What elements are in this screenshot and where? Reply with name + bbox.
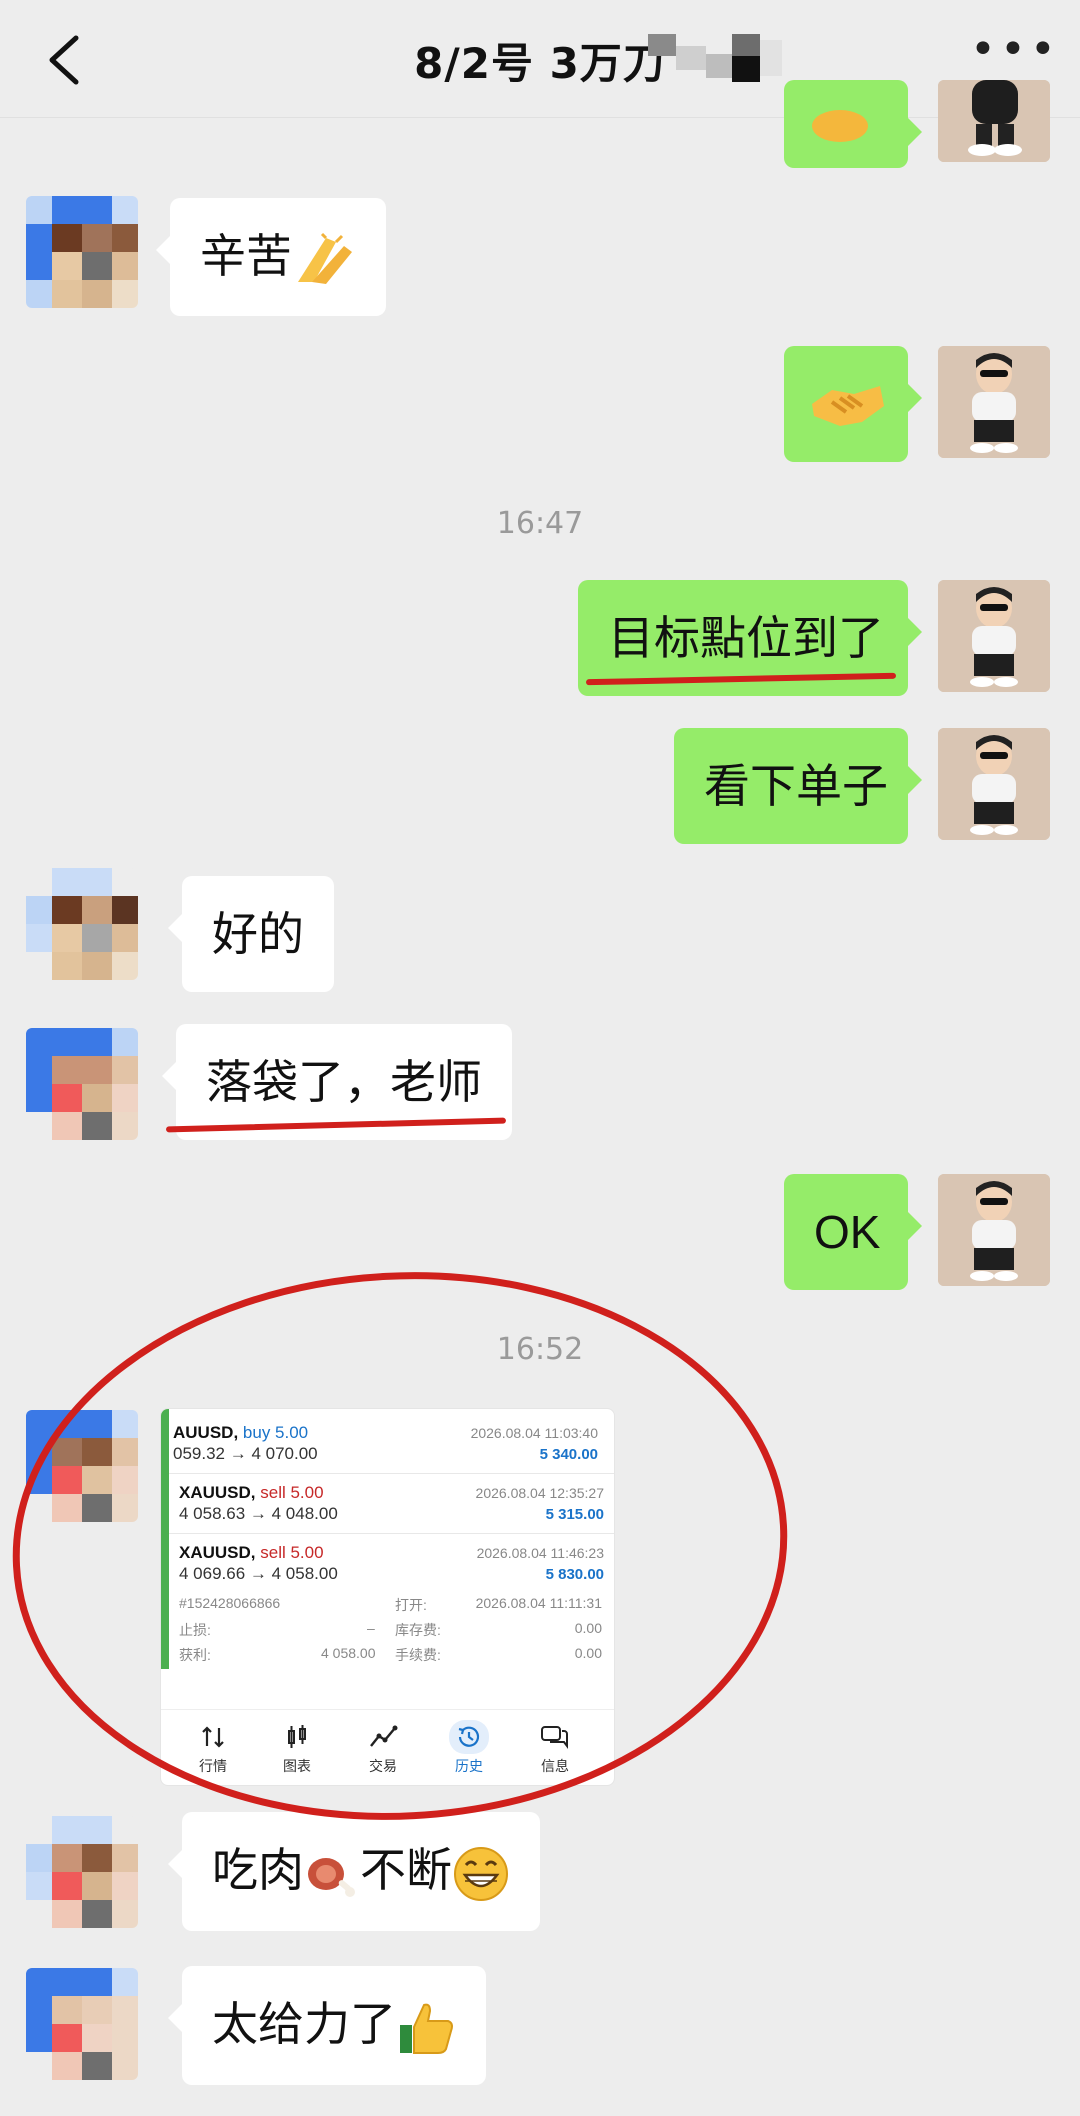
my-avatar[interactable] xyxy=(938,580,1050,692)
message-text: OK xyxy=(814,1206,881,1258)
trade-history-screenshot[interactable]: AUUSD, buy 5.00 059.32 → 4 070.00 2026.0… xyxy=(160,1408,615,1786)
trade-prices: 4 069.66 → 4 058.00 xyxy=(179,1564,338,1583)
trade-symbol: XAUUSD, xyxy=(179,1483,261,1502)
message-text: 太给力了 xyxy=(212,1997,396,2051)
message-text: 吃肉 xyxy=(212,1843,304,1897)
line-trend-icon xyxy=(370,1725,398,1747)
contact-avatar[interactable] xyxy=(26,1968,138,2080)
tab-label: 行情 xyxy=(199,1759,227,1775)
contact-avatar[interactable] xyxy=(26,1816,138,1928)
thumbs-up-emoji-icon xyxy=(400,2003,453,2054)
trade-direction: buy 5.00 xyxy=(242,1423,309,1442)
clapping-hands-emoji-icon xyxy=(298,232,352,284)
fee-value: 0.00 xyxy=(574,1645,602,1661)
chat-title[interactable]: 8/2号 3万刀 xyxy=(0,30,1080,91)
outgoing-message[interactable]: OK xyxy=(784,1174,922,1290)
emoji-icon xyxy=(812,110,868,142)
outgoing-message[interactable]: 看下单子 xyxy=(674,728,922,844)
contact-avatar[interactable] xyxy=(26,1410,138,1522)
tab-quotes[interactable]: 行情 xyxy=(173,1710,253,1785)
handshake-emoji-icon xyxy=(812,386,884,426)
fee-label: 手续费: xyxy=(395,1647,441,1663)
stop-loss-value: – xyxy=(367,1620,375,1636)
trade-datetime: 2026.08.04 11:46:23 xyxy=(476,1545,604,1561)
trade-profit: 5 340.00 xyxy=(539,1446,598,1463)
tab-label: 图表 xyxy=(283,1759,311,1775)
my-avatar[interactable] xyxy=(938,346,1050,458)
trade-direction: sell 5.00 xyxy=(260,1483,324,1502)
trade-prices: 4 058.63 → 4 048.00 xyxy=(179,1504,338,1523)
tab-history[interactable]: 历史 xyxy=(429,1710,509,1785)
trade-symbol: XAUUSD, xyxy=(179,1543,261,1562)
timestamp: 16:47 xyxy=(496,506,584,541)
contact-avatar[interactable] xyxy=(26,1028,138,1140)
candlestick-icon xyxy=(288,1725,306,1748)
tab-label: 信息 xyxy=(541,1759,569,1775)
timestamp: 16:52 xyxy=(496,1332,584,1367)
trade-datetime: 2026.08.04 11:03:40 xyxy=(470,1425,598,1441)
stop-loss-label: 止损: xyxy=(179,1622,211,1638)
outgoing-message[interactable] xyxy=(784,346,922,462)
blurred-contact-name xyxy=(648,34,782,82)
partial-outgoing-bubble[interactable] xyxy=(784,80,922,168)
my-avatar[interactable] xyxy=(938,1174,1050,1286)
tab-label: 交易 xyxy=(369,1759,397,1775)
message-text: 落袋了，老师 xyxy=(206,1055,482,1109)
incoming-message[interactable]: 好的 xyxy=(168,876,334,992)
swap-label: 库存费: xyxy=(395,1622,441,1638)
order-id: #152428066866 xyxy=(179,1595,281,1611)
trade-datetime: 2026.08.04 12:35:27 xyxy=(475,1485,604,1501)
message-text: 好的 xyxy=(212,907,304,961)
trade-profit: 5 315.00 xyxy=(545,1506,604,1523)
contact-avatar[interactable] xyxy=(26,868,138,980)
chat-bubbles-icon xyxy=(541,1726,568,1749)
bottom-tab-bar: 行情 图表 交易 历史 信息 xyxy=(161,1709,614,1785)
history-clock-icon xyxy=(458,1726,480,1747)
incoming-message[interactable]: 吃肉 不断 xyxy=(168,1812,540,1931)
grinning-face-emoji-icon xyxy=(454,1846,508,1901)
swap-value: 0.00 xyxy=(574,1620,602,1636)
message-text: 辛苦 xyxy=(200,229,292,283)
tab-trade[interactable]: 交易 xyxy=(343,1710,423,1785)
tab-messages[interactable]: 信息 xyxy=(515,1710,595,1785)
chat-header: 8/2号 3万刀 ••• xyxy=(0,0,1080,118)
open-time: 2026.08.04 11:11:31 xyxy=(475,1595,602,1611)
more-options-icon[interactable]: ••• xyxy=(970,28,1056,72)
tab-chart[interactable]: 图表 xyxy=(257,1710,337,1785)
message-text: 看下单子 xyxy=(704,759,888,813)
red-circle-annotation xyxy=(12,1272,788,1820)
divider xyxy=(169,1473,614,1474)
trade-direction: sell 5.00 xyxy=(260,1543,324,1562)
trade-symbol: AUUSD, xyxy=(173,1423,243,1442)
my-avatar[interactable] xyxy=(938,728,1050,840)
tab-label: 历史 xyxy=(455,1759,483,1775)
message-text: 目标點位到了 xyxy=(608,611,884,665)
incoming-message[interactable]: 太给力了 xyxy=(168,1966,486,2085)
take-profit-value: 4 058.00 xyxy=(321,1645,376,1661)
meat-on-bone-emoji-icon xyxy=(308,1857,355,1897)
message-text: 不断 xyxy=(360,1843,452,1897)
take-profit-label: 获利: xyxy=(179,1647,211,1663)
open-label: 打开: xyxy=(395,1597,427,1613)
trade-prices: 059.32 → 4 070.00 xyxy=(173,1444,318,1463)
my-avatar[interactable] xyxy=(938,80,1050,162)
arrows-up-down-icon xyxy=(202,1726,224,1748)
contact-avatar[interactable] xyxy=(26,196,138,308)
card-accent-strip xyxy=(161,1409,169,1669)
trade-profit: 5 830.00 xyxy=(545,1566,604,1583)
divider xyxy=(169,1533,614,1534)
incoming-message[interactable]: 辛苦 xyxy=(156,198,386,316)
